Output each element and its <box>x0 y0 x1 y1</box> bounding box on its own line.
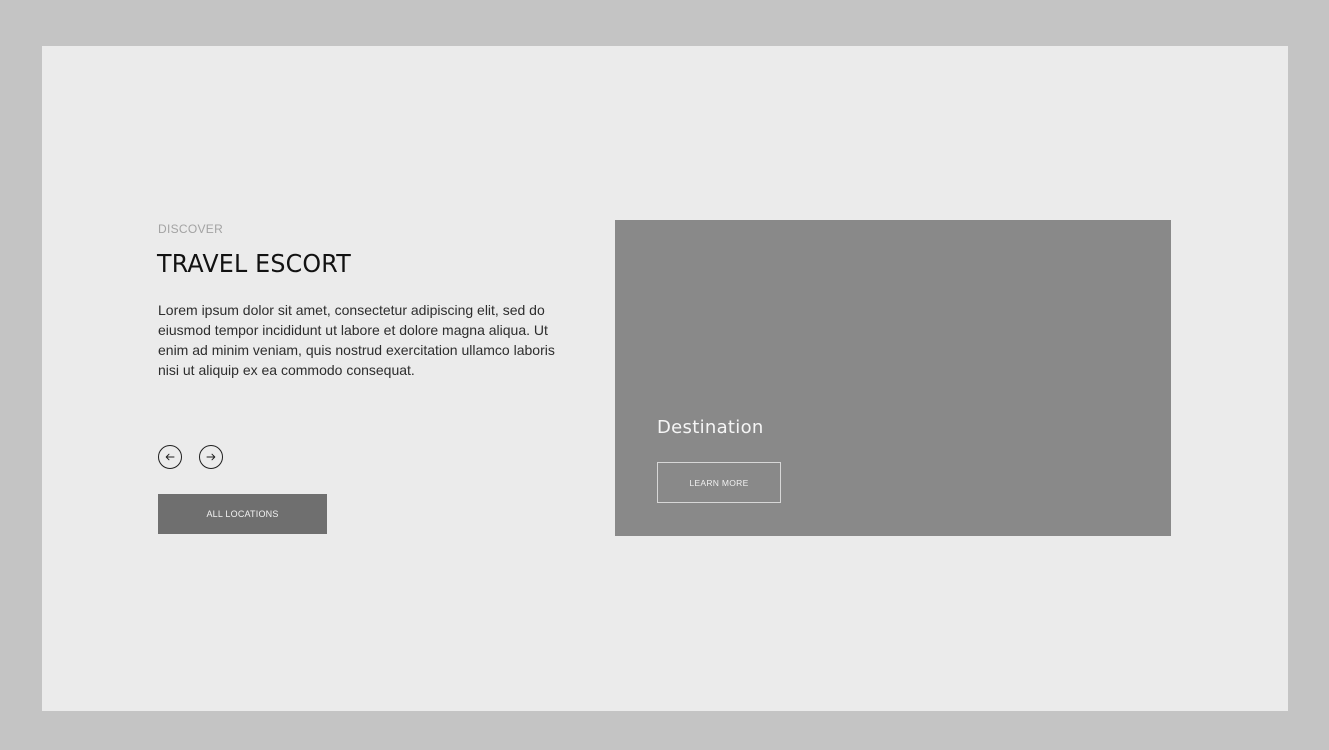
next-button[interactable] <box>199 445 223 469</box>
destination-card[interactable]: Destination LEARN MORE <box>615 220 1171 536</box>
all-locations-button[interactable]: ALL LOCATIONS <box>158 494 327 534</box>
eyebrow-label: DISCOVER <box>158 222 224 236</box>
card-title: Destination <box>657 417 764 438</box>
hero-description: Lorem ipsum dolor sit amet, consectetur … <box>158 302 555 378</box>
arrow-right-icon <box>206 453 216 461</box>
learn-more-button[interactable]: LEARN MORE <box>657 462 781 503</box>
carousel-controls <box>158 445 223 469</box>
page-title: TRAVEL ESCORT <box>157 249 351 278</box>
prev-button[interactable] <box>158 445 182 469</box>
arrow-left-icon <box>165 453 175 461</box>
hero-section: DISCOVER TRAVEL ESCORT Lorem ipsum dolor… <box>42 46 1288 711</box>
